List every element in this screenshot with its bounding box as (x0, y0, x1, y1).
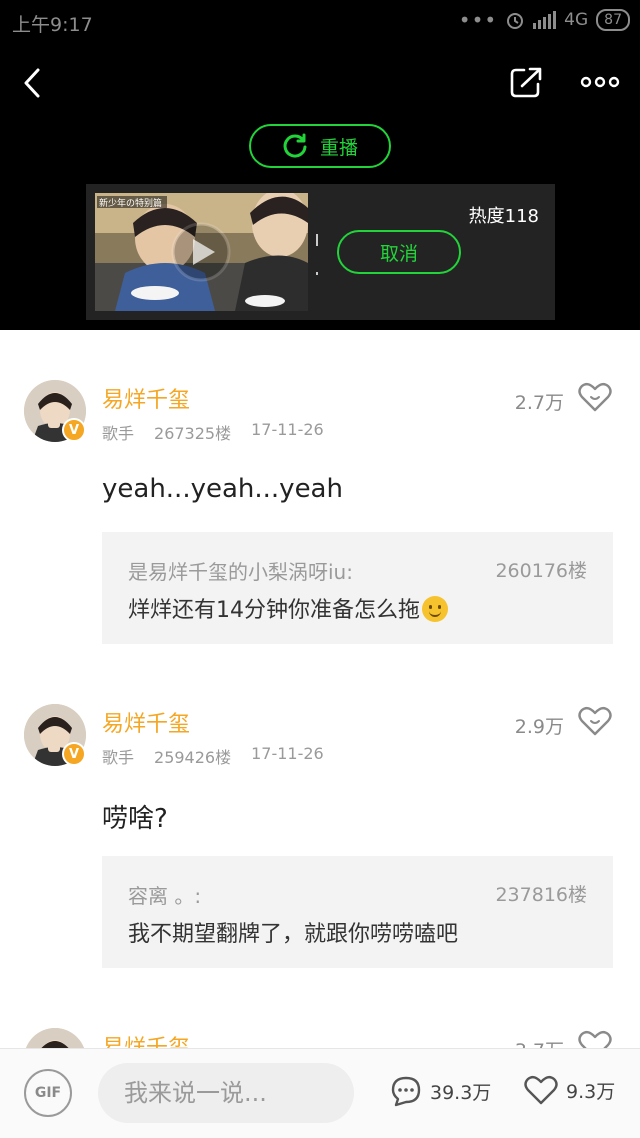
quote-text: 我不期望翻牌了，就跟你唠唠嗑吧 (128, 922, 459, 947)
user-name[interactable]: 易烊千玺 (102, 1030, 190, 1050)
like-count: 2.9万 (514, 716, 564, 738)
like-total-count: 9.3万 (566, 1080, 616, 1103)
status-right: ••• 4G 87 (459, 9, 630, 31)
app-root: 上午9:17 ••• 4G 87 重播 新少年の特别篇 热度118 取消 V 易… (0, 0, 640, 1138)
comment-text: yeah...yeah...yeah (102, 474, 343, 504)
heat-label: 热度118 (468, 206, 539, 227)
avatar[interactable]: V (24, 380, 86, 442)
comment-meta: 歌手 267325楼 17-11-26 (102, 420, 324, 444)
recommended-video-card: 新少年の特别篇 热度118 取消 (86, 184, 555, 320)
like-total-button[interactable]: 9.3万 (524, 1075, 615, 1105)
quoted-reply[interactable]: 是易烊千玺的小梨涡呀iu: 260176楼 烊烊还有14分钟你准备怎么拖 (102, 532, 613, 644)
comment-count-button[interactable]: 39.3万 (390, 1075, 491, 1107)
user-role: 歌手 (102, 424, 135, 443)
replay-icon (283, 133, 307, 158)
heart-icon[interactable] (578, 706, 612, 736)
status-dots: ••• (458, 8, 498, 32)
floor-number: 259426楼 (154, 748, 232, 767)
verified-v-icon: V (62, 418, 86, 442)
divider-mark (316, 234, 318, 246)
user-name[interactable]: 易烊千玺 (102, 382, 190, 414)
more-icon[interactable] (580, 74, 620, 90)
user-name[interactable]: 易烊千玺 (102, 706, 190, 738)
video-thumbnail[interactable]: 新少年の特别篇 (95, 193, 308, 311)
comment-list: V 易烊千玺 歌手 267325楼 17-11-26 2.7万 yeah...y… (0, 330, 640, 1050)
comment-count: 39.3万 (430, 1081, 492, 1104)
quote-text: 烊烊还有14分钟你准备怎么拖 (128, 598, 420, 623)
like-count: 2.7万 (514, 392, 564, 414)
back-arrow-icon[interactable] (18, 66, 48, 100)
status-time: 上午9:17 (12, 14, 93, 36)
video-header: 重播 新少年の特别篇 热度118 取消 (0, 44, 640, 330)
heart-icon[interactable] (578, 1030, 612, 1050)
signal-icon (533, 11, 557, 29)
heart-icon (524, 1075, 558, 1105)
floor-number: 267325楼 (154, 424, 232, 443)
divider-mark-small (316, 272, 318, 275)
quote-text-row: 烊烊还有14分钟你准备怎么拖 (128, 592, 448, 624)
comment-input[interactable] (98, 1063, 354, 1123)
quote-user: 容离 。: (128, 884, 202, 908)
video-caption: 新少年の特别篇 (99, 197, 162, 209)
smile-emoji-icon (422, 596, 448, 622)
quoted-reply[interactable]: 容离 。: 237816楼 我不期望翻牌了，就跟你唠唠嗑吧 (102, 856, 613, 968)
avatar[interactable]: V (24, 704, 86, 766)
cancel-button[interactable]: 取消 (337, 230, 461, 274)
comment-item: 易烊千玺 3.7万 (0, 978, 640, 1050)
comment-text: 唠啥? (102, 804, 168, 834)
comment-date: 17-11-26 (251, 744, 324, 763)
quote-floor: 260176楼 (495, 560, 587, 582)
replay-label: 重播 (319, 136, 358, 159)
comment-meta: 歌手 259426楼 17-11-26 (102, 744, 324, 768)
quote-floor: 237816楼 (495, 884, 587, 906)
share-icon[interactable] (508, 66, 544, 100)
status-bar: 上午9:17 ••• 4G 87 (0, 0, 640, 44)
comment-item: V 易烊千玺 歌手 259426楼 17-11-26 2.9万 唠啥? 容离 。… (0, 654, 640, 984)
comment-icon (391, 1076, 421, 1107)
replay-button[interactable]: 重播 (249, 124, 391, 168)
user-role: 歌手 (102, 748, 135, 767)
gif-button[interactable]: GIF (24, 1069, 72, 1117)
comment-date: 17-11-26 (251, 420, 324, 439)
avatar[interactable] (24, 1028, 86, 1050)
comment-item: V 易烊千玺 歌手 267325楼 17-11-26 2.7万 yeah...y… (0, 330, 640, 660)
quote-user: 是易烊千玺的小梨涡呀iu: (128, 560, 353, 584)
battery-indicator: 87 (596, 9, 630, 31)
verified-v-icon: V (62, 742, 86, 766)
network-label: 4G (564, 10, 589, 30)
alarm-icon (507, 13, 524, 29)
play-icon (171, 222, 231, 282)
bottom-bar: GIF 39.3万 9.3万 (0, 1048, 640, 1138)
heart-icon[interactable] (578, 382, 612, 412)
